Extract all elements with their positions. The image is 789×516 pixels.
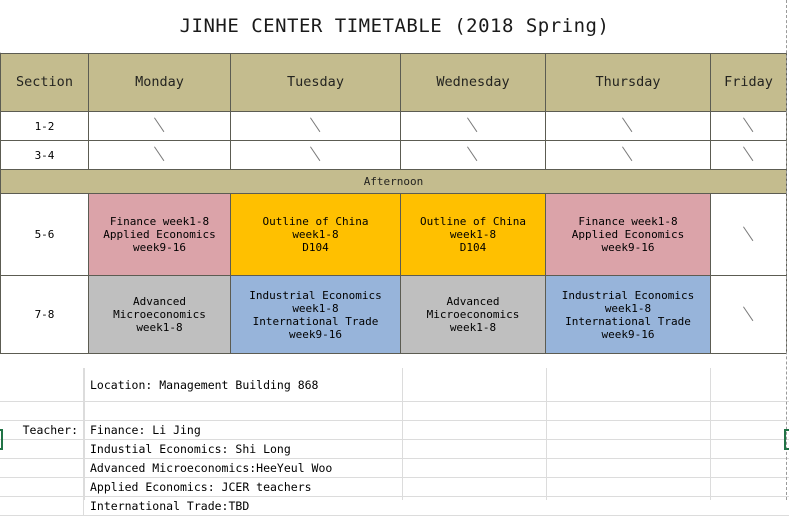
title-band: JINHE CENTER TIMETABLE (2018 Spring) [0,0,789,52]
teacher-row: Industial Economics: Shi Long [0,440,789,459]
page-title: JINHE CENTER TIMETABLE (2018 Spring) [179,15,610,37]
column-header-monday[interactable]: Monday [88,53,231,112]
teacher-applied-economics[interactable]: Applied Economics: JCER teachers [85,478,312,496]
teacher-row-gutter[interactable] [0,440,84,458]
column-header-wednesday[interactable]: Wednesday [400,53,546,112]
location-row: Location: Management Building 868 [0,368,789,402]
cell-thu-5-6[interactable]: Finance week1-8 Applied Economics week9-… [545,193,711,276]
location-row-gutter[interactable] [0,368,84,401]
active-cell-cursor-left-edge[interactable] [0,429,3,450]
column-header-friday[interactable]: Friday [710,53,787,112]
cell-fri-5-6[interactable] [710,193,787,276]
teacher-row: Applied Economics: JCER teachers [0,478,789,497]
cell-thu-3-4[interactable] [545,140,711,170]
cell-fri-3-4[interactable] [710,140,787,170]
cell-wed-3-4[interactable] [400,140,546,170]
column-header-thursday[interactable]: Thursday [545,53,711,112]
table-row: 7-8 Advanced Microeconomics week1-8 Indu… [0,275,787,354]
cell-mon-3-4[interactable] [88,140,231,170]
blank-row-cell[interactable] [85,402,90,420]
teacher-industrial-economics[interactable]: Industial Economics: Shi Long [85,440,291,458]
active-cell-cursor[interactable] [784,429,789,450]
timetable: Section Monday Tuesday Wednesday Thursda… [0,53,787,354]
afternoon-separator-row: Afternoon [0,169,787,194]
empty-slash-icon [465,117,481,132]
cell-thu-1-2[interactable] [545,111,711,141]
cell-wed-7-8[interactable]: Advanced Microeconomics week1-8 [400,275,546,354]
cell-mon-7-8[interactable]: Advanced Microeconomics week1-8 [88,275,231,354]
cell-wed-5-6[interactable]: Outline of China week1-8 D104 [400,193,546,276]
empty-slash-icon [741,306,757,321]
section-label-7-8[interactable]: 7-8 [0,275,89,354]
teacher-advanced-microeconomics[interactable]: Advanced Microeconomics:HeeYeul Woo [85,459,332,477]
teacher-row: Advanced Microeconomics:HeeYeul Woo [0,459,789,478]
teacher-label[interactable]: Teacher: [0,421,84,439]
empty-slash-icon [308,117,324,132]
empty-slash-icon [465,146,481,161]
table-row: 1-2 [0,111,787,141]
empty-slash-icon [152,146,168,161]
section-label-5-6[interactable]: 5-6 [0,193,89,276]
timetable-header-row: Section Monday Tuesday Wednesday Thursda… [0,53,787,112]
info-area: Location: Management Building 868 Teache… [0,368,789,516]
cell-thu-7-8[interactable]: Industrial Economics week1-8 Internation… [545,275,711,354]
empty-slash-icon [741,117,757,132]
teacher-finance[interactable]: Finance: Li Jing [85,421,201,439]
empty-slash-icon [620,117,636,132]
blank-row [0,402,789,421]
afternoon-band-label: Afternoon [0,169,787,194]
cell-tue-3-4[interactable] [230,140,401,170]
cell-tue-7-8[interactable]: Industrial Economics week1-8 Internation… [230,275,401,354]
cell-wed-1-2[interactable] [400,111,546,141]
cell-fri-1-2[interactable] [710,111,787,141]
location-text[interactable]: Location: Management Building 868 [85,368,318,401]
teacher-row: Teacher: Finance: Li Jing [0,421,789,440]
table-row: 3-4 [0,140,787,170]
cell-mon-5-6[interactable]: Finance week1-8 Applied Economics week9-… [88,193,231,276]
spreadsheet-canvas: JINHE CENTER TIMETABLE (2018 Spring) Sec… [0,0,789,516]
column-header-section[interactable]: Section [0,53,89,112]
cell-tue-1-2[interactable] [230,111,401,141]
section-label-1-2[interactable]: 1-2 [0,111,89,141]
column-header-tuesday[interactable]: Tuesday [230,53,401,112]
section-label-3-4[interactable]: 3-4 [0,140,89,170]
empty-slash-icon [152,117,168,132]
cell-tue-5-6[interactable]: Outline of China week1-8 D104 [230,193,401,276]
teacher-row-gutter[interactable] [0,478,84,496]
cell-mon-1-2[interactable] [88,111,231,141]
table-row: 5-6 Finance week1-8 Applied Economics we… [0,193,787,276]
cell-fri-7-8[interactable] [710,275,787,354]
empty-slash-icon [741,146,757,161]
empty-slash-icon [741,226,757,241]
print-area-boundary [786,0,787,500]
blank-row-gutter[interactable] [0,402,84,420]
teacher-row-gutter[interactable] [0,459,84,477]
empty-slash-icon [308,146,324,161]
empty-slash-icon [620,146,636,161]
